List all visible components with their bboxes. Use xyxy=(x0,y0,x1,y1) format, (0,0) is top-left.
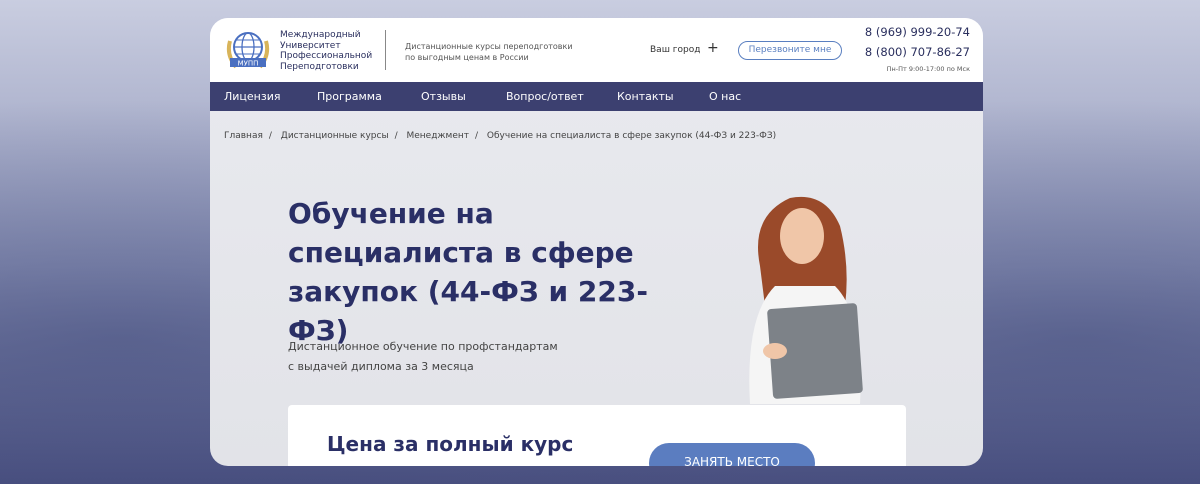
crumb-current: Обучение на специалиста в сфере закупок … xyxy=(486,131,777,141)
svg-text:МУПП: МУПП xyxy=(238,60,259,68)
crumb-home[interactable]: Главная xyxy=(224,131,263,141)
page-window: МУПП Международный Университет Профессио… xyxy=(210,18,983,466)
logo-icon[interactable]: МУПП xyxy=(224,27,272,75)
crumb-management[interactable]: Менеджмент xyxy=(406,131,469,141)
hero-subtitle: Дистанционное обучение по профстандартам… xyxy=(288,340,558,373)
city-selector[interactable]: Ваш город xyxy=(650,45,700,55)
price-panel: Цена за полный курс ЗАНЯТЬ МЕСТО xyxy=(288,405,906,466)
nav-faq[interactable]: Вопрос/ответ xyxy=(506,90,617,103)
nav-license[interactable]: Лицензия xyxy=(224,90,317,103)
phone-2[interactable]: 8 (800) 707-86-27 xyxy=(865,45,970,59)
tagline: Дистанционные курсы переподготовки по выг… xyxy=(405,42,573,62)
price-title: Цена за полный курс xyxy=(327,432,574,456)
nav-contacts[interactable]: Контакты xyxy=(617,90,709,103)
divider xyxy=(385,30,386,70)
header: МУПП Международный Университет Профессио… xyxy=(210,18,983,82)
breadcrumb: Главная / Дистанционные курсы / Менеджмент… xyxy=(224,131,777,141)
work-hours: Пн-Пт 9:00-17:00 по Мск xyxy=(886,65,970,73)
book-seat-button[interactable]: ЗАНЯТЬ МЕСТО xyxy=(649,443,815,466)
crumb-distance[interactable]: Дистанционные курсы xyxy=(281,131,389,141)
callback-button[interactable]: Перезвоните мне xyxy=(738,41,842,60)
nav-program[interactable]: Программа xyxy=(317,90,421,103)
university-name: Международный Университет Профессиональн… xyxy=(280,30,373,72)
nav-about[interactable]: О нас xyxy=(709,90,741,103)
page-title: Обучение на специалиста в сфере закупок … xyxy=(288,197,648,347)
plus-icon[interactable]: + xyxy=(707,40,719,56)
nav-reviews[interactable]: Отзывы xyxy=(421,90,506,103)
main-nav: Лицензия Программа Отзывы Вопрос/ответ К… xyxy=(210,82,983,111)
phone-1[interactable]: 8 (969) 999-20-74 xyxy=(865,25,970,39)
student-photo xyxy=(749,196,863,404)
